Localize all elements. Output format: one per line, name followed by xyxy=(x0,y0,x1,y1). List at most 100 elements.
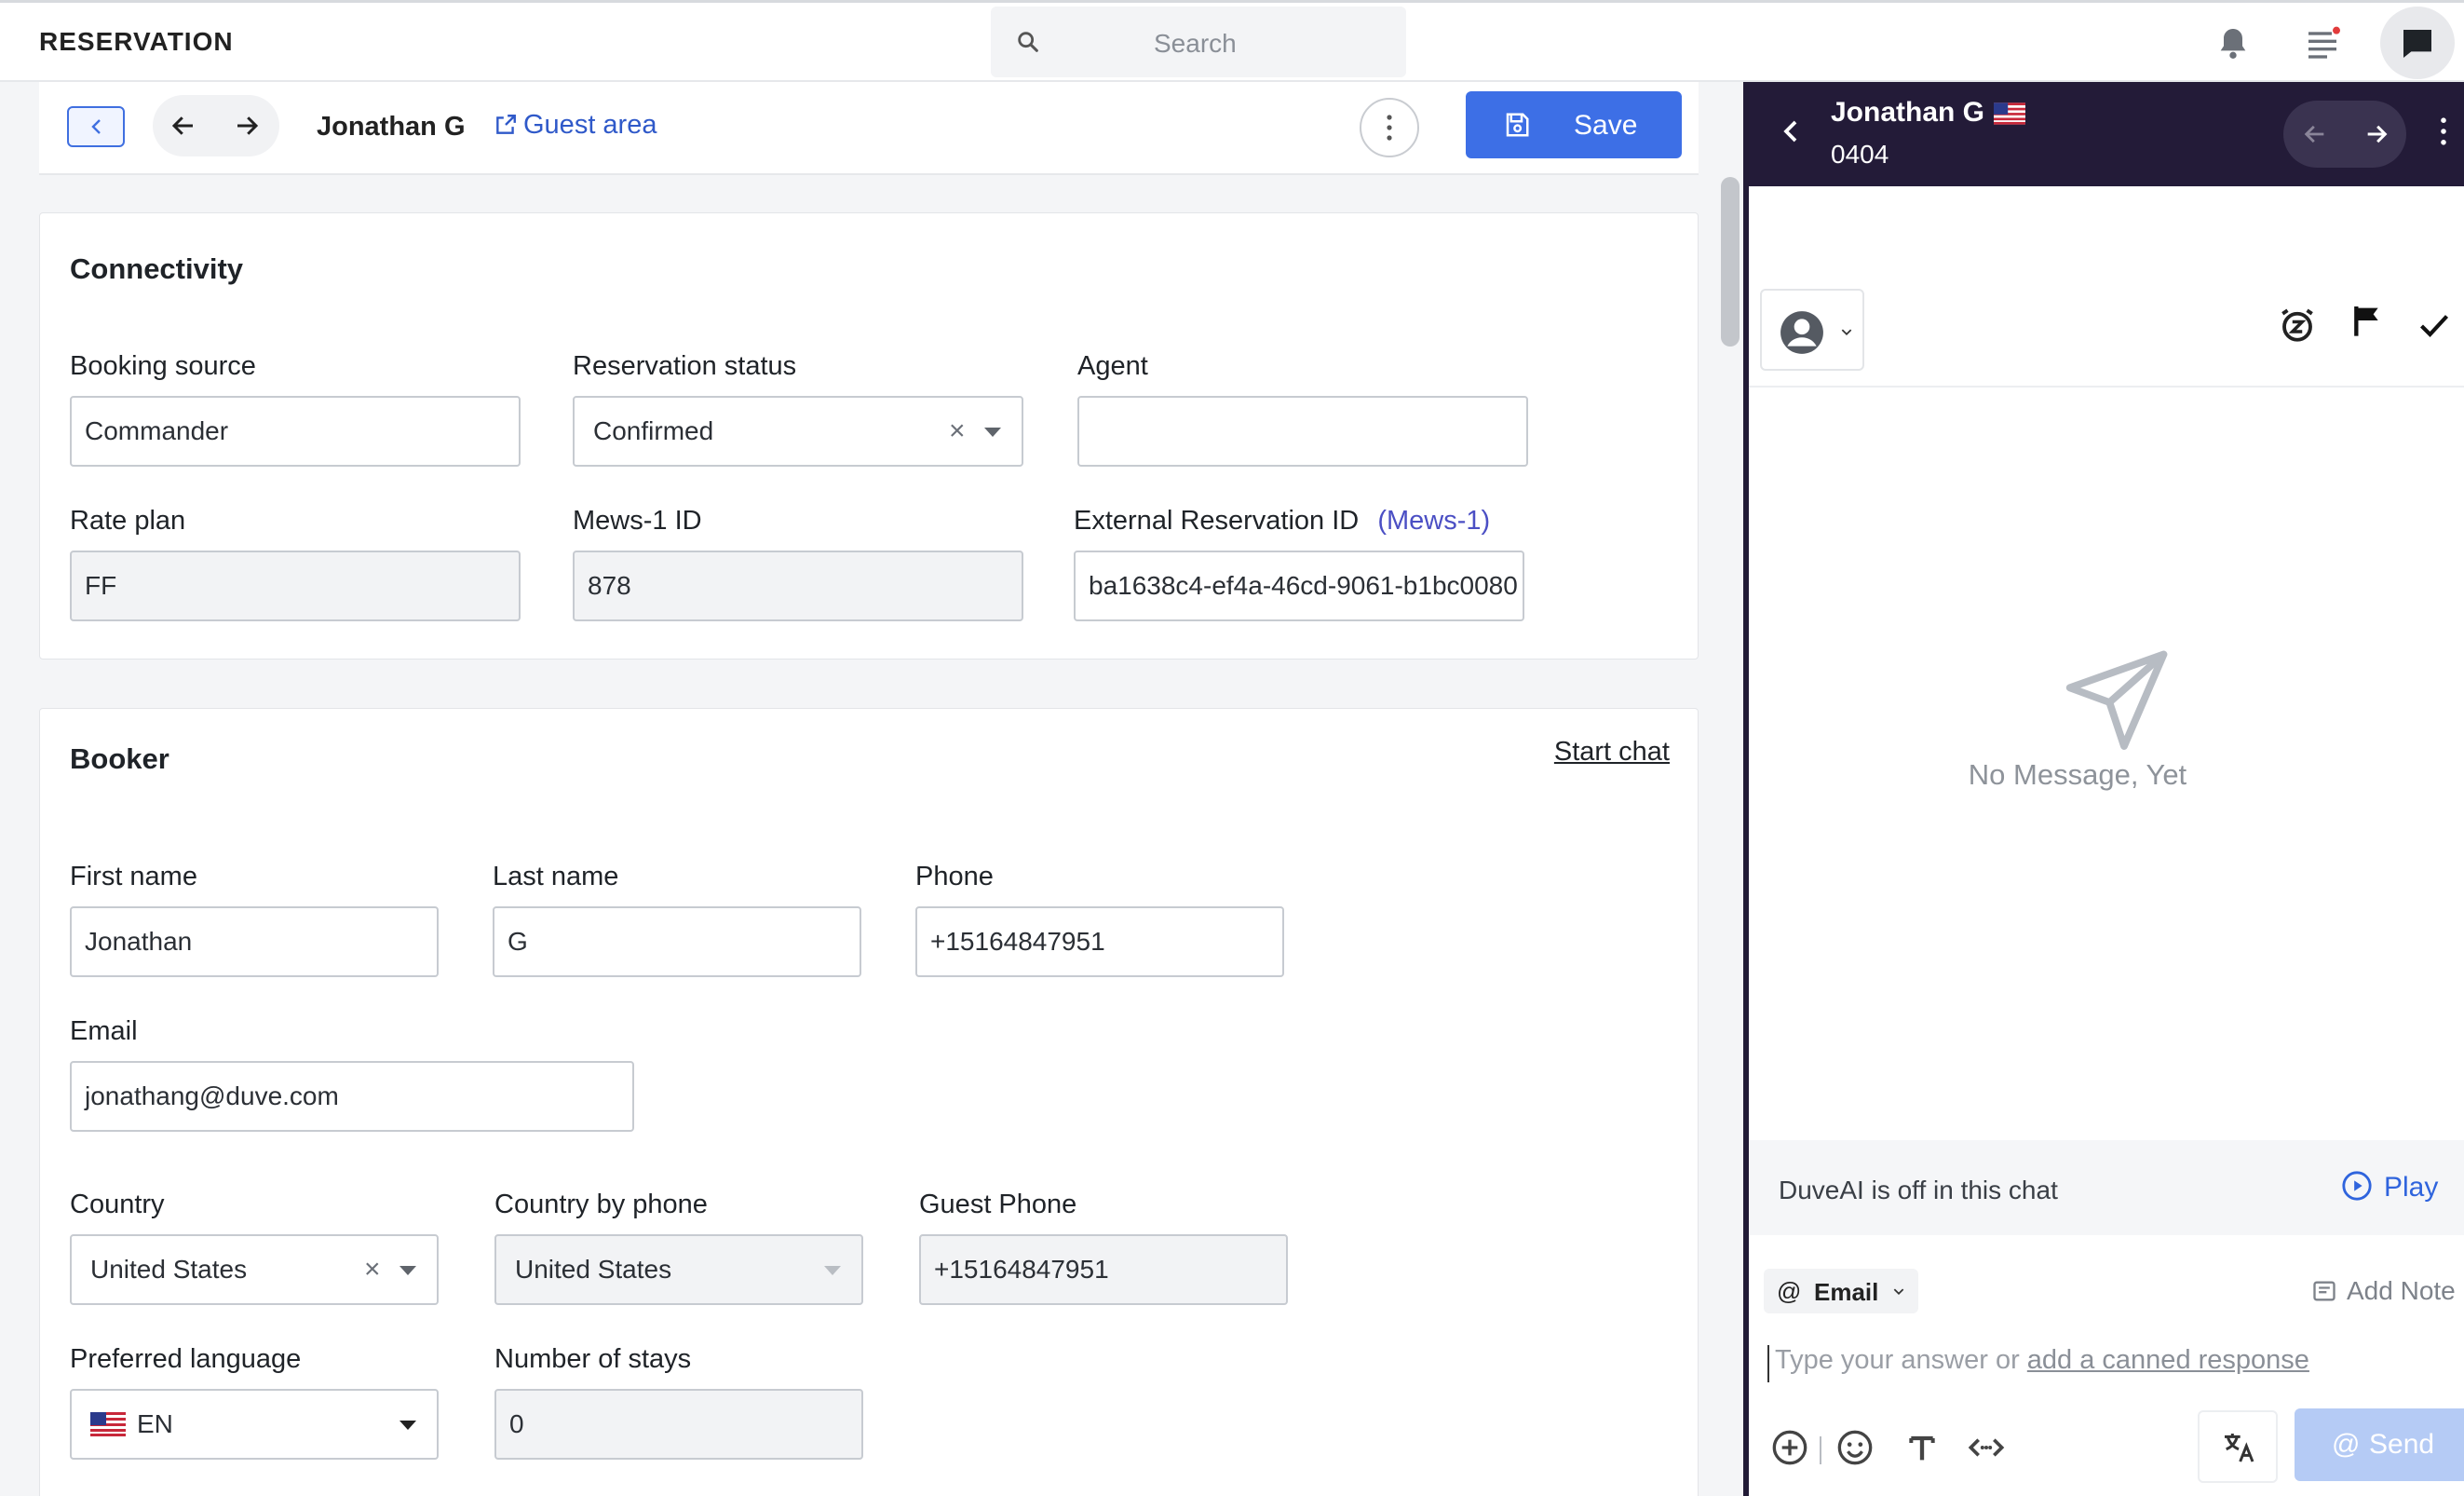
external-id-source: (Mews-1) xyxy=(1377,506,1491,536)
chevron-down-icon xyxy=(399,1266,416,1275)
more-options-button[interactable] xyxy=(1360,98,1419,157)
add-note-label: Add Note xyxy=(2347,1276,2456,1305)
booking-source-value: Commander xyxy=(85,416,229,445)
variable-icon[interactable] xyxy=(1967,1429,2006,1466)
arrow-right-icon[interactable] xyxy=(2362,121,2391,147)
add-note-button[interactable]: Add Note xyxy=(2311,1276,2456,1306)
note-icon xyxy=(2313,1281,2335,1301)
rate-plan-label: Rate plan xyxy=(70,506,186,536)
first-name-label: First name xyxy=(70,862,197,891)
booking-source-label: Booking source xyxy=(70,351,256,381)
chat-toggle-button[interactable] xyxy=(2380,7,2455,79)
clear-icon[interactable]: × xyxy=(949,398,966,465)
clear-icon[interactable]: × xyxy=(364,1236,381,1303)
external-id-label-text: External Reservation ID xyxy=(1074,506,1360,536)
guest-phone-field: +15164847951 xyxy=(919,1234,1288,1305)
phone-field[interactable]: +15164847951 xyxy=(915,906,1284,977)
send-label: Send xyxy=(2369,1429,2435,1460)
email-field[interactable]: jonathang@duve.com xyxy=(70,1061,634,1132)
us-flag-icon xyxy=(1994,102,2026,125)
emoji-icon[interactable] xyxy=(1836,1429,1874,1466)
text-format-icon[interactable] xyxy=(1903,1429,1941,1466)
assignee-dropdown[interactable] xyxy=(1760,289,1864,371)
save-label: Save xyxy=(1574,110,1638,141)
play-circle-icon xyxy=(2342,1171,2372,1201)
country-by-phone-select: United States xyxy=(494,1234,863,1305)
chevron-down-icon xyxy=(1841,329,1852,335)
kebab-icon[interactable] xyxy=(2440,117,2447,145)
ai-status-text: DuveAI is off in this chat xyxy=(1779,1176,2058,1204)
phone-label: Phone xyxy=(915,862,994,891)
canned-response-link[interactable]: add a canned response xyxy=(2027,1345,2309,1375)
check-icon[interactable] xyxy=(2416,309,2453,343)
country-by-phone-label: Country by phone xyxy=(494,1190,708,1219)
preferred-language-select[interactable]: EN xyxy=(70,1389,439,1460)
preferred-language-value: EN xyxy=(137,1409,173,1438)
guest-area-link[interactable]: Guest area xyxy=(494,110,657,141)
connectivity-card: Connectivity Booking source Commander Re… xyxy=(39,212,1699,660)
booking-source-field[interactable]: Commander xyxy=(70,396,521,467)
reservation-status-value: Confirmed xyxy=(593,416,714,445)
scrollbar-thumb[interactable] xyxy=(1721,177,1740,347)
snooze-icon[interactable] xyxy=(2278,306,2317,345)
guest-area-label: Guest area xyxy=(523,110,657,140)
country-select[interactable]: United States × xyxy=(70,1234,439,1305)
collapse-button[interactable] xyxy=(67,106,125,147)
booker-title: Booker xyxy=(70,742,169,775)
external-link-icon xyxy=(496,115,516,134)
save-button[interactable]: Save xyxy=(1466,91,1682,158)
chat-nav xyxy=(2283,101,2406,168)
mews-id-label: Mews-1 ID xyxy=(573,506,702,536)
chat-header: Jonathan G 0404 xyxy=(1749,82,2464,186)
arrow-left-icon[interactable] xyxy=(168,112,199,140)
add-circle-icon[interactable] xyxy=(1771,1429,1808,1466)
reservation-nav xyxy=(153,95,279,156)
composer: @ Email Add Note Type your answer or add… xyxy=(1749,1235,2464,1496)
top-bar: RESERVATION Search xyxy=(0,0,2464,82)
last-name-field[interactable]: G xyxy=(493,906,861,977)
number-of-stays-field: 0 xyxy=(494,1389,863,1460)
paper-plane-icon xyxy=(2065,650,2168,750)
reply-input[interactable]: Type your answer or add a canned respons… xyxy=(1767,1345,2309,1382)
bell-icon[interactable] xyxy=(2214,23,2252,62)
toolbar-divider xyxy=(1820,1436,1821,1464)
action-bar: Jonathan G Guest area Save xyxy=(39,82,1699,175)
at-icon: @ xyxy=(1777,1277,1802,1305)
first-name-field[interactable]: Jonathan xyxy=(70,906,439,977)
number-of-stays-value: 0 xyxy=(509,1409,524,1438)
arrow-right-icon[interactable] xyxy=(231,112,263,140)
task-list-icon[interactable] xyxy=(2304,23,2341,62)
user-avatar-icon xyxy=(1780,311,1823,354)
send-button[interactable]: @ Send xyxy=(2295,1408,2464,1481)
chat-guest-name: Jonathan G xyxy=(1831,97,2037,129)
connectivity-title: Connectivity xyxy=(70,252,244,285)
channel-label: Email xyxy=(1814,1278,1879,1306)
flag-icon[interactable] xyxy=(2349,302,2386,339)
play-label: Play xyxy=(2384,1172,2439,1203)
chat-room-number: 0404 xyxy=(1831,140,1889,169)
country-by-phone-value: United States xyxy=(515,1255,672,1284)
translate-button[interactable] xyxy=(2198,1410,2278,1483)
tools-divider xyxy=(1749,386,2464,388)
search-icon xyxy=(1018,32,1038,52)
chat-guest-name-text: Jonathan G xyxy=(1831,97,1985,128)
guest-phone-label: Guest Phone xyxy=(919,1190,1077,1219)
agent-label: Agent xyxy=(1077,351,1148,381)
reservation-status-select[interactable]: Confirmed × xyxy=(573,396,1023,467)
booker-card: Booker Start chat First name Jonathan La… xyxy=(39,708,1699,1496)
last-name-value: G xyxy=(508,927,528,956)
preferred-language-label: Preferred language xyxy=(70,1344,302,1374)
reservation-content: Jonathan G Guest area Save Connectivity … xyxy=(0,82,1721,1496)
chevron-down-icon xyxy=(824,1266,841,1275)
external-id-label: External Reservation ID (Mews-1) xyxy=(1074,506,1490,537)
app-title: RESERVATION xyxy=(39,27,234,56)
chevron-left-icon[interactable] xyxy=(1777,117,1805,145)
arrow-left-icon[interactable] xyxy=(2300,121,2330,147)
chevron-down-icon xyxy=(1893,1288,1904,1295)
play-button[interactable]: Play xyxy=(2341,1170,2438,1204)
search-input[interactable]: Search xyxy=(991,7,1406,77)
external-id-field[interactable]: ba1638c4-ef4a-46cd-9061-b1bc0080 xyxy=(1074,551,1524,621)
start-chat-link[interactable]: Start chat xyxy=(1554,737,1670,768)
channel-selector[interactable]: @ Email xyxy=(1764,1269,1918,1313)
agent-field[interactable] xyxy=(1077,396,1528,467)
